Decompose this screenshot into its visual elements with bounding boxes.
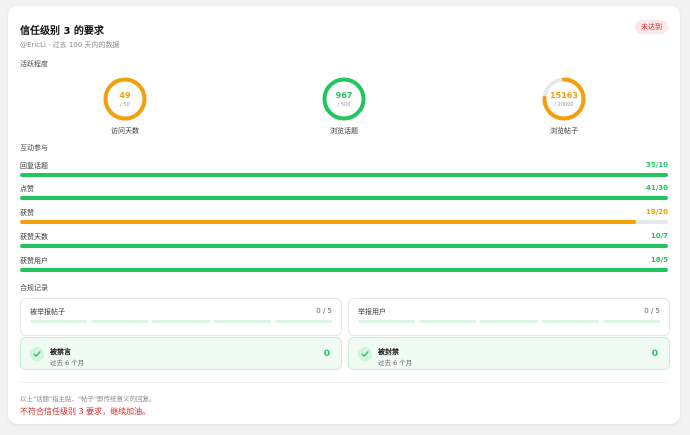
bar-label: 获赞用户 — [20, 257, 48, 265]
progress-ring: 967 / 500 — [322, 77, 366, 121]
segment — [419, 320, 477, 323]
reporting-users-segments — [358, 320, 661, 323]
page-title: 信任级别 3 的要求 — [20, 26, 104, 37]
silenced-count: 0 — [323, 349, 330, 359]
segment — [358, 320, 416, 323]
progress-fill — [20, 173, 668, 177]
activity-item-posts: 15163 / 20000 浏览帖子 — [534, 76, 594, 136]
progress-track — [20, 268, 668, 272]
ring-max: / 500 — [338, 102, 351, 108]
ring-value: 15163 — [550, 91, 578, 100]
silenced-title: 被禁言 — [50, 348, 71, 356]
suspended-period: 过去 6 个月 — [378, 359, 413, 367]
segment — [213, 320, 271, 323]
segment — [30, 320, 88, 323]
bar-value: 35/10 — [645, 161, 668, 169]
segment — [541, 320, 599, 323]
compliance-section-label: 合规记录 — [20, 284, 48, 292]
bar-label: 回复话题 — [20, 162, 48, 170]
interaction-row-likes: 点赞 41/30 — [20, 184, 668, 200]
footer-note: 以上"话题"指主贴，"帖子"即传统意义的回复。 — [20, 395, 156, 403]
suspended-box: 被封禁 过去 6 个月 0 — [348, 337, 670, 370]
check-icon — [30, 347, 44, 361]
progress-fill — [20, 268, 668, 272]
reporting-users-count: 0 / 5 — [644, 307, 660, 315]
progress-track — [20, 173, 668, 177]
ring-label: 浏览帖子 — [550, 127, 578, 135]
bar-value: 18/5 — [650, 256, 668, 264]
interaction-row-liked: 获赞 19/20 — [20, 208, 668, 224]
ring-max: / 50 — [120, 102, 130, 108]
reporting-users-box: 举报用户 0 / 5 — [348, 298, 670, 336]
bar-label: 获赞天数 — [20, 233, 48, 241]
bar-label: 点赞 — [20, 185, 34, 193]
status-badge: 未达到 — [635, 20, 668, 34]
segment — [602, 320, 661, 323]
interaction-section-label: 互动参与 — [20, 144, 48, 152]
interaction-row-liked-days: 获赞天数 10/7 — [20, 232, 668, 248]
progress-track — [20, 220, 668, 224]
ring-max: / 20000 — [554, 102, 573, 108]
activity-item-visits: 49 / 50 访问天数 — [95, 76, 155, 136]
page-subtitle: @EricLi · 过去 100 天内的数据 — [20, 41, 120, 49]
check-icon — [358, 347, 372, 361]
reported-posts-segments — [30, 320, 333, 323]
divider — [20, 382, 668, 383]
bar-value: 19/20 — [645, 208, 668, 216]
footer-warning: 不符合信任级别 3 要求，继续加油。 — [20, 407, 151, 416]
progress-ring: 49 / 50 — [103, 77, 147, 121]
segment — [91, 320, 149, 323]
ring-label: 访问天数 — [111, 127, 139, 135]
segment — [480, 320, 538, 323]
segment — [274, 320, 333, 323]
progress-fill — [20, 244, 668, 248]
ring-value: 49 — [119, 91, 131, 100]
bar-label: 获赞 — [20, 209, 34, 217]
interaction-row-liked-users: 获赞用户 18/5 — [20, 256, 668, 272]
progress-ring: 15163 / 20000 — [542, 77, 586, 121]
interaction-row-replies: 回复话题 35/10 — [20, 161, 668, 177]
ring-label: 浏览话题 — [330, 127, 358, 135]
activity-item-topics: 967 / 500 浏览话题 — [314, 76, 374, 136]
progress-fill — [20, 196, 668, 200]
reported-posts-box: 被举报帖子 0 / 5 — [20, 298, 342, 336]
bar-value: 10/7 — [650, 232, 668, 240]
silenced-period: 过去 6 个月 — [50, 359, 85, 367]
silenced-box: 被禁言 过去 6 个月 0 — [20, 337, 342, 370]
progress-fill — [20, 220, 636, 224]
suspended-count: 0 — [651, 349, 658, 359]
segment — [152, 320, 210, 323]
activity-section-label: 活跃程度 — [20, 60, 48, 68]
bar-value: 41/30 — [645, 184, 668, 192]
progress-track — [20, 196, 668, 200]
reported-posts-count: 0 / 5 — [316, 307, 332, 315]
progress-track — [20, 244, 668, 248]
reported-posts-label: 被举报帖子 — [30, 308, 65, 316]
trust-level-card: 信任级别 3 的要求 未达到 @EricLi · 过去 100 天内的数据 活跃… — [8, 6, 680, 424]
ring-value: 967 — [336, 91, 353, 100]
suspended-title: 被封禁 — [378, 348, 399, 356]
reporting-users-label: 举报用户 — [358, 308, 386, 316]
